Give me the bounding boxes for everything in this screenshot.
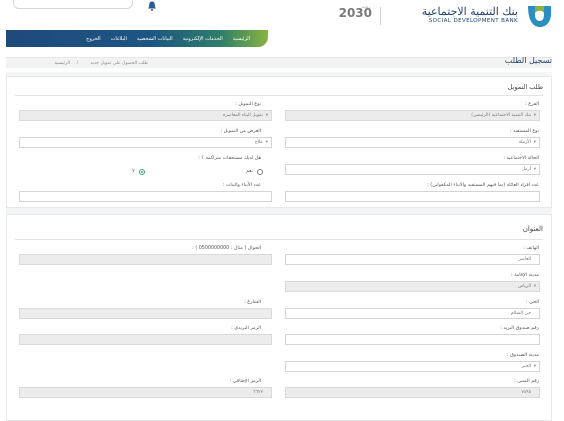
- section-divider: [15, 95, 543, 96]
- marital-status-label: الحالة الاجتماعية :: [503, 156, 539, 161]
- chevron-down-icon: ▾: [533, 113, 536, 118]
- main-content: طلب التمويل الفرع : ▾ بنك التنمية الاجتم…: [6, 72, 552, 421]
- debts-no-radio[interactable]: [139, 169, 145, 175]
- debts-yes-label: نعم: [246, 169, 253, 174]
- address-section-title: العنوان: [522, 225, 543, 233]
- bell-icon[interactable]: [146, 0, 158, 12]
- breadcrumb-home[interactable]: الرئيسية: [55, 61, 71, 66]
- debts-yes-radio[interactable]: [257, 169, 263, 175]
- district-input[interactable]: حي السلام: [285, 308, 540, 319]
- street-input[interactable]: [19, 308, 272, 319]
- marital-status-select[interactable]: ▾ أرمل: [285, 164, 540, 175]
- building-number-input[interactable]: ٧٨٩٥: [285, 387, 540, 398]
- debts-question-label: هل لديك مستحقات متراكمة ؟ :: [198, 156, 261, 161]
- postal-code-input[interactable]: [19, 334, 272, 345]
- box-city-select[interactable]: ▾ الخبر: [285, 361, 540, 372]
- building-number-label: رقم المبنى :: [514, 379, 539, 384]
- page-title: تسجيل الطلب: [504, 56, 552, 65]
- phone-label: الهاتف :: [523, 246, 539, 251]
- logo-divider: [380, 7, 381, 25]
- chevron-down-icon: ▾: [265, 113, 268, 118]
- financing-section-title: طلب التمويل: [507, 83, 543, 91]
- mobile-input[interactable]: [19, 254, 272, 265]
- bank-logo-icon[interactable]: [524, 2, 554, 30]
- family-members-label: عدد افراد العائلة (بما فيهم المستفيد وال…: [427, 183, 539, 188]
- vision-2030-logo: 2030: [338, 6, 372, 20]
- section-divider: [15, 239, 543, 240]
- financing-type-select[interactable]: ▾ تمويل البناء المعاصرة: [19, 110, 272, 121]
- chevron-down-icon: ▾: [533, 140, 536, 145]
- top-header: رؤيـة 2030 بنك التنمية الاجتماعية SOCIAL…: [0, 0, 564, 34]
- breadcrumb: الرئيسية / طلب الحصول على تمويل جديد: [6, 57, 552, 68]
- branch-select[interactable]: ▾ بنك التنمية الاجتماعية (الرئيسي): [285, 110, 540, 121]
- additional-code-input[interactable]: ٣٦٢٧: [19, 387, 272, 398]
- phone-input[interactable]: العاشر: [285, 254, 540, 265]
- children-count-input[interactable]: [19, 191, 272, 202]
- financing-purpose-select[interactable]: ▾ علاج: [19, 137, 272, 148]
- city-select[interactable]: ▾ الرياض: [285, 281, 540, 292]
- nav-item-e-services[interactable]: الخدمات الإلكترونية: [183, 36, 223, 42]
- search-input[interactable]: [13, 0, 133, 9]
- nav-item-reports[interactable]: البلاغات: [111, 36, 127, 42]
- postal-code-label: الرمز البريدي :: [231, 326, 261, 331]
- nav-item-home[interactable]: الرئيسية: [233, 36, 250, 42]
- pobox-input[interactable]: [285, 334, 540, 345]
- box-city-label: مدينة الصندوق :: [506, 353, 539, 358]
- breadcrumb-separator: /: [76, 61, 78, 66]
- mobile-label: الجوال ( مثال : 0500000000 ) :: [192, 246, 261, 251]
- beneficiary-type-select[interactable]: ▾ الأرملة: [285, 137, 540, 148]
- financing-card: طلب التمويل الفرع : ▾ بنك التنمية الاجتم…: [6, 76, 552, 208]
- bank-name-english: SOCIAL DEVELOPMENT BANK: [428, 18, 518, 24]
- additional-code-label: الرمز الإضافي :: [229, 379, 261, 384]
- chevron-down-icon: ▾: [265, 140, 268, 145]
- address-card: العنوان الهاتف : العاشر الجوال ( مثال : …: [6, 214, 552, 421]
- children-count-label: عدد الأبناء والبنات :: [222, 183, 261, 188]
- nav-item-logout[interactable]: الخروج: [86, 36, 101, 42]
- breadcrumb-current: طلب الحصول على تمويل جديد: [90, 61, 148, 66]
- bank-name-arabic: بنك التنمية الاجتماعية: [421, 5, 518, 18]
- street-label: الشارع :: [244, 300, 261, 305]
- beneficiary-type-label: نوع المستفيد :: [509, 129, 539, 134]
- chevron-down-icon: ▾: [533, 284, 536, 289]
- city-label: مدينة الإقامة :: [510, 273, 539, 278]
- nav-item-personal-data[interactable]: البيانات الشخصية: [137, 36, 173, 42]
- district-label: الحي :: [525, 300, 539, 305]
- main-nav: الخروج البلاغات البيانات الشخصية الخدمات…: [6, 30, 268, 47]
- family-members-input[interactable]: [285, 191, 540, 202]
- financing-purpose-label: الغرض من التمويل :: [220, 129, 261, 134]
- debts-no-label: لا: [132, 169, 135, 174]
- financing-type-label: نوع التمويل :: [235, 102, 261, 107]
- pobox-label: رقم صندوق البريد :: [500, 326, 539, 331]
- chevron-down-icon: ▾: [533, 364, 536, 369]
- branch-label: الفرع :: [525, 102, 539, 107]
- chevron-down-icon: ▾: [533, 167, 536, 172]
